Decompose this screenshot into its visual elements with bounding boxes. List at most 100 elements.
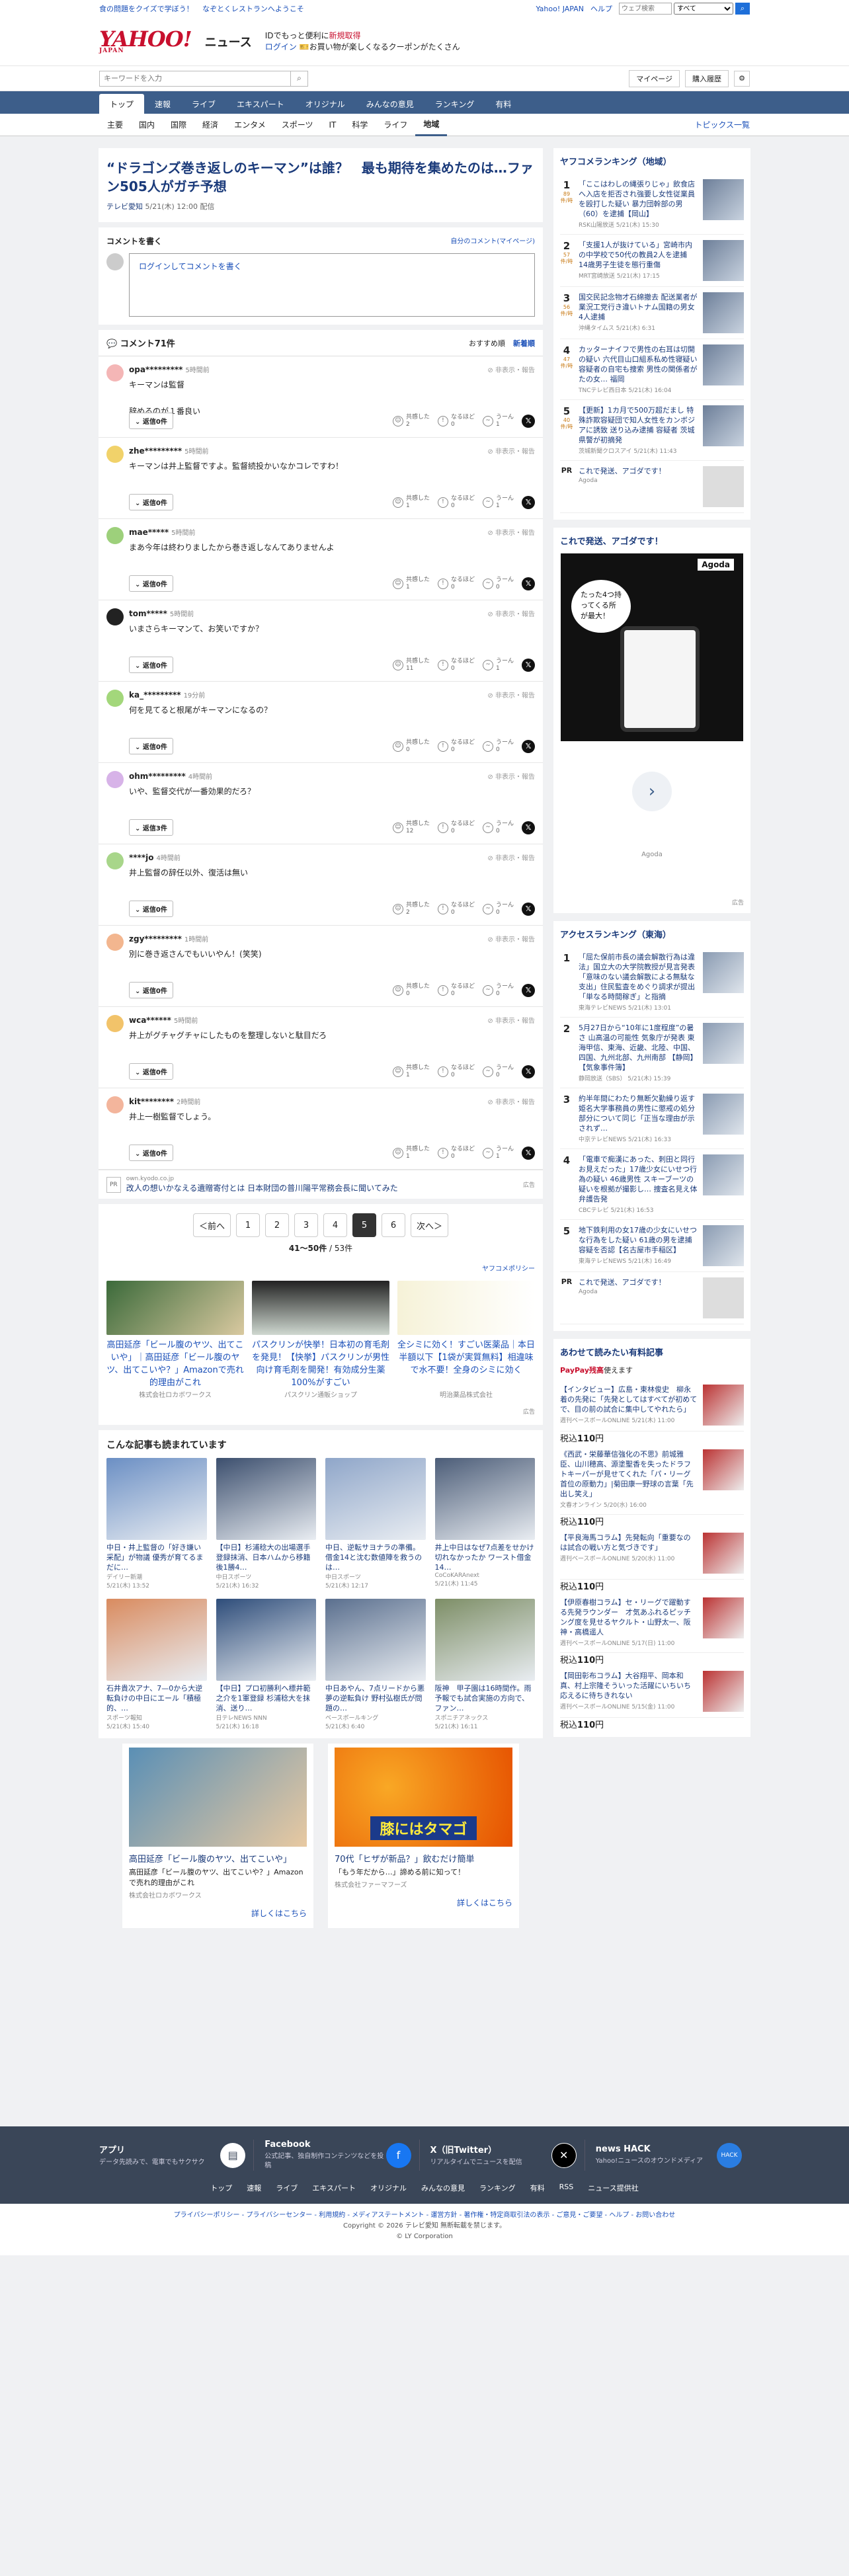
yahoo-japan-link[interactable]: Yahoo! JAPAN: [536, 5, 584, 13]
react-empathy[interactable]: ☺ 共感した 2: [392, 902, 430, 916]
react-insight[interactable]: ! なるほど 0: [437, 658, 475, 672]
footer-nav-item[interactable]: エキスパート: [312, 2183, 356, 2193]
page-5-current[interactable]: 5: [352, 1213, 376, 1237]
footer-x[interactable]: X（旧Twitter） リアルタイムでニュースを配信 ✕: [430, 2140, 585, 2171]
react-empathy[interactable]: ☺ 共感した 0: [392, 739, 430, 754]
help-link[interactable]: ヘルプ: [590, 3, 612, 14]
react-empathy[interactable]: ☺ 共感した 12: [392, 821, 430, 835]
tab-ranking[interactable]: ランキング: [425, 94, 485, 114]
comment-user[interactable]: wca******: [129, 1016, 171, 1025]
tab-live[interactable]: ライブ: [181, 94, 226, 114]
tab-original[interactable]: オリジナル: [295, 94, 356, 114]
rank-item[interactable]: 3 約半年間にわたり無断欠勤繰り返す 姫名大学事務員の男性に懲戒の処分 部分につ…: [560, 1088, 744, 1149]
comment-user[interactable]: ka_*********: [129, 690, 181, 700]
purchase-history-button[interactable]: 購入履歴: [685, 69, 729, 87]
reply-button[interactable]: ⌄ 返信0件: [129, 413, 173, 429]
paid-article[interactable]: 《西武・栄藤華信強化の不思》前城雅臣、山川穂高、源塗聖香を失ったドラフトキーパー…: [560, 1444, 744, 1527]
x-share-icon[interactable]: 𝕏: [522, 658, 535, 672]
react-hmm[interactable]: ~ うーん 0: [482, 821, 514, 835]
x-share-icon[interactable]: 𝕏: [522, 739, 535, 753]
details-link[interactable]: 詳しくはこちら: [335, 1897, 512, 1908]
yahoo-logo[interactable]: YAHOO! JAPAN: [99, 28, 192, 54]
x-share-icon[interactable]: 𝕏: [522, 577, 535, 590]
reply-button[interactable]: ⌄ 返信0件: [129, 738, 173, 754]
genre-domestic[interactable]: 国内: [131, 114, 163, 136]
footer-nav-item[interactable]: ニュース提供社: [588, 2183, 638, 2193]
paid-article[interactable]: 【伊原春樹コラム】セ・リーグで躍動する先発ラウンダー 才気あふれるピッチング度を…: [560, 1592, 744, 1666]
avatar[interactable]: [106, 690, 124, 707]
react-hmm[interactable]: ~ うーん 0: [482, 739, 514, 754]
gear-icon[interactable]: ⚙: [734, 70, 750, 87]
legal-links[interactable]: プライバシーポリシー - プライバシーセンター - 利用規約 - メディアステー…: [174, 2212, 676, 2219]
rank-item[interactable]: 3 56 件/時 国交民記念物才石綿撤去 配送業者が業況工党行き違いトナム国籍の男女…: [560, 287, 744, 339]
genre-life[interactable]: ライフ: [376, 114, 415, 136]
paid-article[interactable]: 【岡田彰布コラム】大谷翔平、岡本和真、村上宗隆そういった活躍にいちいち応えるに待…: [560, 1666, 744, 1730]
hide-report-link[interactable]: ⊘ 非表示・報告: [487, 364, 535, 374]
footer-nav-item[interactable]: 有料: [530, 2183, 545, 2193]
prev-page-button[interactable]: ＜前へ: [192, 1213, 231, 1237]
bottom-ad[interactable]: 膝にはタマゴ 70代「ヒザが新品？」飲むだけ簡単 「もう年だから…」諦める前に知…: [328, 1744, 519, 1928]
chevron-right-icon[interactable]: ›: [632, 772, 672, 811]
mypage-button[interactable]: マイページ: [629, 69, 680, 87]
footer-nav-item[interactable]: ランキング: [479, 2183, 516, 2193]
tab-top[interactable]: トップ: [99, 94, 145, 114]
react-empathy[interactable]: ☺ 共感した 1: [392, 577, 430, 591]
rank-item[interactable]: 1 「屈た保前市長の議会解散行為は違法」国立大の大学院教授が見言発表「意味のない…: [560, 947, 744, 1018]
promo-link-quiz[interactable]: 食の問題をクイズで学ぼう！: [99, 5, 194, 13]
avatar[interactable]: [106, 364, 124, 382]
genre-entertainment[interactable]: エンタメ: [226, 114, 274, 136]
reply-button[interactable]: ⌄ 返信0件: [129, 1145, 173, 1161]
sponsored-item[interactable]: 全シミに効く！すごい医薬品｜本日半額以下【1袋が実質無料】相違味で水不要！全身の…: [397, 1281, 535, 1399]
x-share-icon[interactable]: 𝕏: [522, 821, 535, 834]
x-share-icon[interactable]: 𝕏: [522, 1146, 535, 1160]
paid-article[interactable]: 【平良海馬コラム】先発転向「重要なのは試合の戦い方と気づきです」 週刊ベースボール…: [560, 1527, 744, 1592]
page-2[interactable]: 2: [265, 1213, 289, 1237]
sponsored-item[interactable]: パスクリンが快挙！日本初の育毛剤を発見！【快挙】パスクリンが男性向け育毛剤を開発…: [252, 1281, 389, 1399]
react-hmm[interactable]: ~ うーん 1: [482, 414, 514, 428]
comment-policy-link[interactable]: ヤフコメポリシー: [99, 1263, 543, 1277]
related-article[interactable]: 石井貴次アナ、7—0から大逆転負けの中日にエール「積極的、… スポーツ報知 5/…: [106, 1599, 207, 1730]
article-source[interactable]: テレビ愛知: [106, 202, 143, 211]
related-article[interactable]: 中日あやん、7点リードから悪夢の逆転負け 野村弘樹氏が問題の… ベースボールキン…: [325, 1599, 426, 1730]
avatar[interactable]: [106, 1096, 124, 1113]
tab-expert[interactable]: エキスパート: [226, 94, 295, 114]
footer-nav-item[interactable]: トップ: [210, 2183, 232, 2193]
rank-item[interactable]: 4 「電車で痴漢にあった、刺田と同行お見えだった」17歳少女にいせつ行為の疑い …: [560, 1149, 744, 1220]
genre-science[interactable]: 科学: [344, 114, 376, 136]
hide-report-link[interactable]: ⊘ 非表示・報告: [487, 527, 535, 537]
hide-report-link[interactable]: ⊘ 非表示・報告: [487, 608, 535, 618]
bottom-ad[interactable]: 高田延彦「ビール腹のヤツ、出てこいや」 高田延彦「ビール腹のヤツ、出てこいや？」…: [122, 1744, 313, 1928]
react-insight[interactable]: ! なるほど 0: [437, 1146, 475, 1160]
avatar[interactable]: [106, 934, 124, 951]
search-icon[interactable]: ⌕: [735, 3, 750, 15]
paid-article[interactable]: 【インタビュー】広島・東林俊史 柳永着の先発に「先発としてはすべてが初めてで、目…: [560, 1379, 744, 1444]
related-article[interactable]: 【中日】プロ初勝利へ標井範之介を1軍登録 杉浦稔大を抹消、送り… 日テレNEWS…: [216, 1599, 316, 1730]
avatar[interactable]: [106, 852, 124, 869]
rank-item[interactable]: 2 57 件/時 「支援1人が抜けている」宮崎市内の中学校で50代の教員2人を逮捕 …: [560, 235, 744, 287]
react-hmm[interactable]: ~ うーん 0: [482, 983, 514, 998]
react-insight[interactable]: ! なるほど 0: [437, 983, 475, 998]
login-link[interactable]: ログイン: [265, 42, 297, 52]
react-empathy[interactable]: ☺ 共感した 1: [392, 1146, 430, 1160]
rank-item[interactable]: 4 47 件/時 カッターナイフで男性の右耳は切開の疑い 六代目山口組系私め性寝疑い…: [560, 339, 744, 400]
web-search-input[interactable]: [619, 3, 672, 15]
inline-ad[interactable]: PR own.kyodo.co.jp 改人の想いかなえる遺贈寄付とは 日本財団の…: [99, 1170, 543, 1199]
footer-newshack[interactable]: news HACK Yahoo!ニュースのオウンドメディア HACK: [596, 2140, 750, 2171]
details-link[interactable]: 詳しくはこちら: [129, 1908, 307, 1919]
footer-app[interactable]: アプリ データ先読みで、電車でもサクサク ▤: [99, 2140, 255, 2171]
reply-button[interactable]: ⌄ 返信0件: [129, 982, 173, 998]
search-icon[interactable]: ⌕: [291, 70, 308, 87]
reply-button[interactable]: ⌄ 返信0件: [129, 1063, 173, 1080]
sort-recommended[interactable]: おすすめ順: [469, 338, 505, 348]
article-title[interactable]: “ドラゴンズ巻き返しのキーマン”は誰？ 最も期待を集めたのは…ファン505人がガ…: [106, 159, 535, 196]
site-name[interactable]: ニュース: [205, 33, 252, 50]
comment-user[interactable]: ****jo: [129, 853, 153, 862]
avatar[interactable]: [106, 446, 124, 463]
comment-user[interactable]: tom*****: [129, 609, 167, 618]
react-empathy[interactable]: ☺ 共感した 1: [392, 495, 430, 510]
react-insight[interactable]: ! なるほど 0: [437, 1065, 475, 1079]
my-comments-link[interactable]: 自分のコメント(マイページ): [450, 235, 535, 247]
react-hmm[interactable]: ~ うーん 0: [482, 1065, 514, 1079]
x-share-icon[interactable]: 𝕏: [522, 902, 535, 916]
comment-user[interactable]: mae*****: [129, 528, 169, 537]
